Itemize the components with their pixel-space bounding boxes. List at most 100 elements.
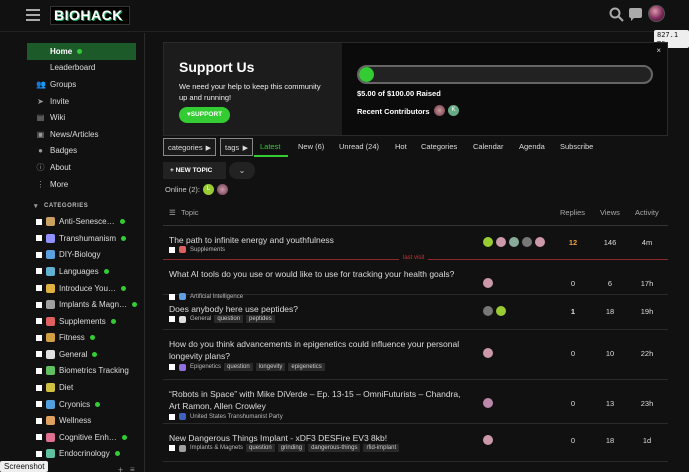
table-row[interactable]: What AI tools do you use or would like t… [163, 260, 668, 300]
topic-replies[interactable]: 12 [558, 238, 588, 247]
tab-calendar[interactable]: Calendar [473, 142, 503, 151]
topic-replies[interactable]: 0 [558, 436, 588, 445]
contributor-avatar[interactable] [434, 105, 445, 116]
topic-tag[interactable]: peptides [246, 315, 275, 323]
chevron-down-icon[interactable]: ⌄ [229, 162, 255, 179]
topic-activity[interactable]: 23h [632, 399, 662, 408]
poster-avatar[interactable] [483, 237, 493, 247]
sidebar-item-more[interactable]: ⋮ More [0, 176, 144, 193]
poster-avatar[interactable] [522, 237, 532, 247]
tags-dropdown[interactable]: tags ▶ [220, 138, 253, 156]
topic-tag[interactable]: grinding [277, 444, 306, 452]
sidebar-category-item[interactable]: Transhumanism [0, 230, 144, 247]
topic-title-link[interactable]: New Dangerous Things Implant - xDF3 DESF… [169, 432, 469, 444]
col-replies[interactable]: Replies [560, 208, 585, 217]
poster-avatar[interactable] [496, 237, 506, 247]
poster-avatar[interactable] [483, 435, 493, 445]
online-user-avatar[interactable]: L [203, 184, 214, 195]
topic-title-link[interactable]: What AI tools do you use or would like t… [169, 268, 469, 280]
sidebar-item-invite[interactable]: ➤ Invite [0, 93, 144, 110]
add-icon[interactable]: + [118, 465, 123, 472]
topic-tag[interactable]: longevity [255, 363, 286, 371]
sidebar-category-item[interactable]: Fitness [0, 330, 144, 347]
poster-avatar[interactable] [483, 398, 493, 408]
poster-avatar[interactable] [483, 348, 493, 358]
sidebar-item-badges[interactable]: ● Badges [0, 143, 144, 160]
categories-heading[interactable]: ▾ CATEGORIES [0, 198, 144, 213]
chat-icon[interactable] [628, 7, 643, 22]
sidebar-item-home[interactable]: Home [27, 43, 136, 60]
sidebar-item-leaderboard[interactable]: Leaderboard [0, 60, 144, 77]
sidebar-category-item[interactable]: Languages [0, 263, 144, 280]
list-icon[interactable]: ≡ [130, 465, 135, 472]
topic-activity[interactable]: 22h [632, 349, 662, 358]
sidebar-item-news[interactable]: ▣ News/Articles [0, 126, 144, 143]
topic-replies[interactable]: 1 [558, 307, 588, 316]
category-link[interactable]: Epigenetics [190, 364, 221, 370]
online-user-avatar[interactable] [217, 184, 228, 195]
topic-title-link[interactable]: “Robots in Space” with Mike DiVerde – Ep… [169, 388, 469, 412]
sidebar-category-item[interactable]: Implants & Magn… [0, 296, 144, 313]
tab-subscribe[interactable]: Subscribe [560, 142, 593, 151]
sidebar-category-item[interactable]: Cognitive Enh… [0, 429, 144, 446]
sidebar-category-item[interactable]: Supplements [0, 313, 144, 330]
poster-avatar[interactable] [509, 237, 519, 247]
sidebar-item-groups[interactable]: 👥 Groups [0, 76, 144, 93]
topic-activity[interactable]: 4m [632, 238, 662, 247]
topic-replies[interactable]: 0 [558, 399, 588, 408]
topic-tag[interactable]: question [224, 363, 253, 371]
sidebar-category-item[interactable]: Wellness [0, 412, 144, 429]
category-link[interactable]: General [190, 316, 211, 322]
sidebar-category-item[interactable]: Biometrics Tracking [0, 363, 144, 380]
topic-replies[interactable]: 0 [558, 279, 588, 288]
poster-avatar[interactable] [483, 306, 493, 316]
sidebar-item-about[interactable]: ⓘ About [0, 159, 144, 176]
list-icon[interactable]: ☰ [169, 208, 176, 217]
topic-tag[interactable]: epigenetics [288, 363, 325, 371]
sidebar-category-item[interactable]: Endocrinology [0, 446, 144, 463]
tab-new[interactable]: New (6) [298, 142, 324, 151]
sidebar-category-item[interactable]: Diet [0, 379, 144, 396]
category-link[interactable]: Supplements [190, 247, 225, 253]
table-row[interactable]: “Robots in Space” with Mike DiVerde – Ep… [163, 380, 668, 424]
tab-latest[interactable]: Latest [260, 142, 280, 151]
topic-activity[interactable]: 1d [632, 436, 662, 445]
category-link[interactable]: United States Transhumanist Party [190, 414, 283, 420]
col-views[interactable]: Views [600, 208, 620, 217]
topic-tag[interactable]: rfid-implant [363, 444, 400, 452]
category-link[interactable]: Implants & Magnets [190, 445, 243, 451]
search-icon[interactable] [609, 7, 624, 22]
sidebar-item-wiki[interactable]: ▤ Wiki [0, 109, 144, 126]
topic-tag[interactable]: question [214, 315, 244, 323]
close-icon[interactable]: × [656, 46, 661, 55]
poster-avatar[interactable] [496, 306, 506, 316]
support-button[interactable]: ♥SUPPORT [179, 107, 230, 123]
sidebar-category-item[interactable]: DIY-Biology [0, 247, 144, 264]
table-row[interactable]: Does anybody here use peptides? General qu… [163, 295, 668, 330]
sidebar-category-item[interactable]: Cryonics [0, 396, 144, 413]
topic-title-link[interactable]: How do you think advancements in epigene… [169, 338, 469, 362]
new-topic-button[interactable]: + NEW TOPIC [163, 162, 226, 179]
table-row[interactable]: How do you think advancements in epigene… [163, 330, 668, 380]
topic-activity[interactable]: 17h [632, 279, 662, 288]
topic-tag[interactable]: dangerous-things [308, 444, 361, 452]
tab-categories[interactable]: Categories [421, 142, 457, 151]
poster-avatar[interactable] [483, 278, 493, 288]
topic-replies[interactable]: 0 [558, 349, 588, 358]
categories-dropdown[interactable]: categories ▶ [163, 138, 216, 156]
hamburger-menu-icon[interactable] [26, 9, 40, 21]
tab-hot[interactable]: Hot [395, 142, 407, 151]
topic-title-link[interactable]: Does anybody here use peptides? [169, 303, 469, 315]
sidebar-category-item[interactable]: Introduce You… [0, 280, 144, 297]
table-row[interactable]: New Dangerous Things Implant - xDF3 DESF… [163, 424, 668, 462]
sidebar-category-item[interactable]: Anti-Senesce… [0, 213, 144, 230]
col-activity[interactable]: Activity [635, 208, 659, 217]
tab-agenda[interactable]: Agenda [519, 142, 545, 151]
poster-avatar[interactable] [535, 237, 545, 247]
topic-activity[interactable]: 19h [632, 307, 662, 316]
topic-tag[interactable]: question [246, 444, 275, 452]
site-logo[interactable]: BIOHACK [50, 6, 130, 25]
table-row[interactable]: How do you envision artificial intellige… [163, 462, 668, 472]
contributor-avatar[interactable]: K [448, 105, 459, 116]
tab-unread[interactable]: Unread (24) [339, 142, 379, 151]
